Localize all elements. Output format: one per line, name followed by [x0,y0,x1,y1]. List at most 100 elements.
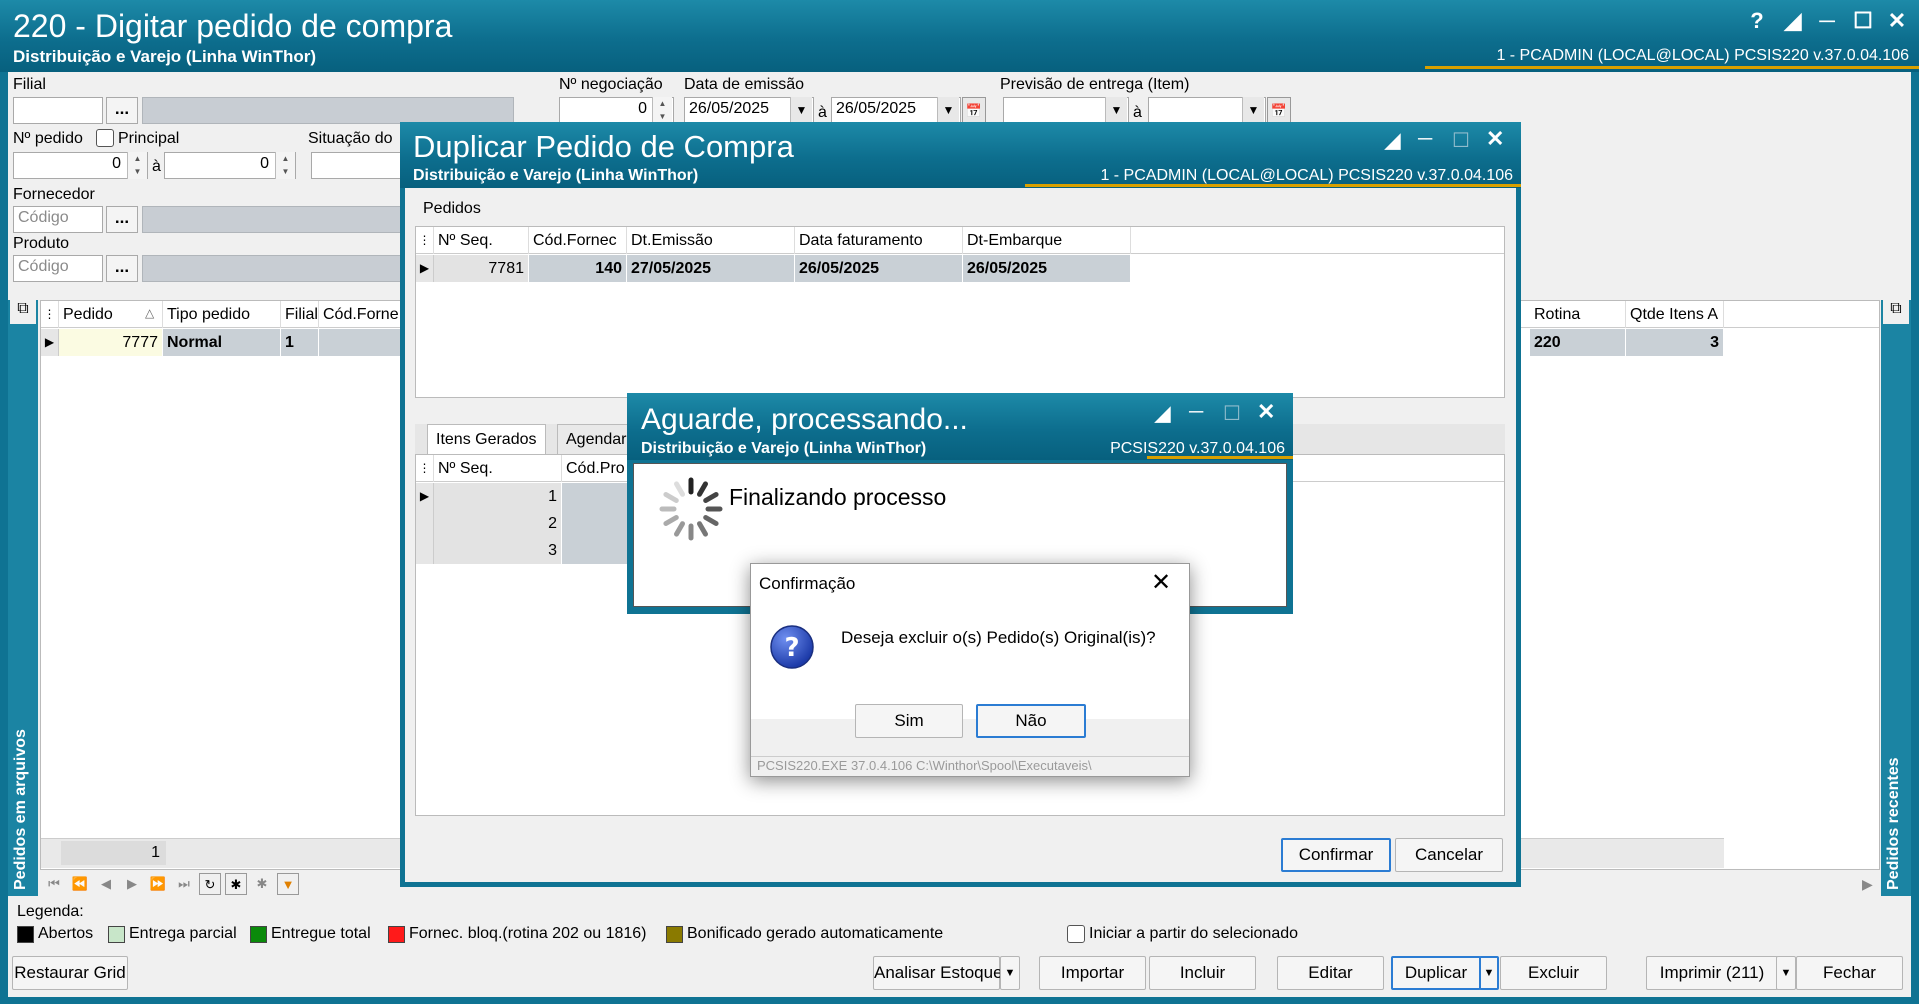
help-icon[interactable]: ? [1742,8,1772,34]
maximize-icon[interactable]: ☐ [1848,8,1878,34]
legend-swatch-parcial [108,926,125,943]
nav-last-icon[interactable]: ⏭ [173,873,195,895]
pedidos-recentes-label: Pedidos recentes [1885,757,1902,891]
nav-prev-icon[interactable]: ◀ [95,873,117,895]
nav-next-icon[interactable]: ▶ [121,873,143,895]
legend-bonificado: Bonificado gerado automaticamente [687,925,944,942]
col-itens-nseq[interactable]: Nº Seq. [434,455,562,482]
confirm-question: Deseja excluir o(s) Pedido(s) Original(i… [841,628,1156,647]
legend-abertos: Abertos [38,925,94,942]
incluir-button[interactable]: Incluir [1149,956,1256,990]
restore-panel-icon-right[interactable]: ⧉ [1883,300,1909,324]
col-nseq[interactable]: Nº Seq. [434,227,529,254]
data-emissao-to-dropdown[interactable]: ▼ [937,97,959,124]
col-filial[interactable]: Filial [281,301,319,328]
fornecedor-label: Fornecedor [13,186,95,203]
produto-search-button[interactable]: ... [106,255,138,282]
previsao-to-dropdown[interactable]: ▼ [1242,97,1264,124]
scroll-right-icon[interactable]: ▶ [1862,876,1873,893]
iniciar-checkbox[interactable] [1067,925,1085,943]
row-indicator-icon: ▶ [416,255,434,282]
col-qtde-itens[interactable]: Qtde Itens A [1626,301,1724,328]
duplicar-minimize-icon[interactable]: ─ [1418,128,1432,151]
asterisk-disabled-icon[interactable]: ✱ [251,873,273,895]
situacao-label: Situação do [308,130,393,147]
calendar-icon[interactable]: 📅 [962,97,986,124]
col-tipo-pedido[interactable]: Tipo pedido [163,301,281,328]
confirm-status-bar: PCSIS220.EXE 37.0.4.106 C:\Winthor\Spool… [751,756,1189,776]
cancelar-button[interactable]: Cancelar [1395,838,1503,872]
imprimir-button[interactable]: Imprimir (211) [1646,956,1778,990]
close-icon[interactable]: ✕ [1882,8,1912,34]
imprimir-dropdown-icon[interactable]: ▼ [1776,956,1796,990]
pedido-label: Nº pedido [13,130,83,147]
filter-icon[interactable]: ▼ [277,873,299,895]
pedido-from-stepper[interactable]: ▲ ▼ [127,152,147,179]
side-panel-right[interactable]: Pedidos recentes [1881,300,1911,896]
table-row[interactable]: ▶ 1 [416,483,642,510]
col-datafaturamento[interactable]: Data faturamento [795,227,963,254]
asterisk-icon[interactable]: ✱ [225,873,247,895]
editar-button[interactable]: Editar [1277,956,1384,990]
table-row[interactable]: 2 [416,510,642,537]
produto-code-input[interactable]: Código [13,255,103,282]
col-rotina[interactable]: Rotina [1530,301,1626,328]
analisar-dropdown-icon[interactable]: ▼ [1000,956,1020,990]
data-emissao-label: Data de emissão [684,76,805,93]
duplicar-column-chooser-icon[interactable]: ⋮ [416,227,434,254]
cell-tipo: Normal [163,329,281,356]
analisar-estoque-button[interactable]: Analisar Estoque [873,956,1003,990]
confirm-close-icon[interactable]: ✕ [1151,568,1171,597]
duplicar-dock-icon[interactable]: ◢ [1385,128,1400,153]
itens-column-chooser-icon[interactable]: ⋮ [416,455,434,482]
nao-button[interactable]: Não [976,704,1086,738]
duplicar-close-icon[interactable]: ✕ [1486,126,1504,152]
filial-input[interactable] [13,97,103,124]
aguarde-minimize-icon[interactable]: ─ [1189,401,1203,424]
grid-column-chooser-icon[interactable]: ⋮ [41,301,59,328]
fornecedor-search-button[interactable]: ... [106,206,138,233]
restore-panel-icon[interactable]: ⧉ [10,300,36,324]
importar-button[interactable]: Importar [1039,956,1146,990]
pedido-to-stepper[interactable]: ▲ ▼ [275,152,295,179]
cell-rotina: 220 [1530,329,1626,356]
negociacao-stepper[interactable]: ▲ ▼ [652,97,672,124]
table-row[interactable]: 3 [416,537,642,564]
dock-icon[interactable]: ◢ [1778,8,1808,34]
sim-button[interactable]: Sim [855,704,963,738]
data-emissao-from-dropdown[interactable]: ▼ [790,97,812,124]
aguarde-maximize-icon[interactable]: ☐ [1223,401,1241,426]
tab-itens-gerados[interactable]: Itens Gerados [427,424,546,454]
calendar-icon-2[interactable]: 📅 [1267,97,1291,124]
aguarde-close-icon[interactable]: ✕ [1257,399,1275,425]
situacao-input[interactable] [311,152,411,179]
fornecedor-code-input[interactable]: Código [13,206,103,233]
cell-faturamento: 26/05/2025 [795,255,963,282]
nav-first-icon[interactable]: ⏮ [43,873,65,895]
fechar-button[interactable]: Fechar [1796,956,1903,990]
duplicar-pedidos-grid[interactable]: ⋮ Nº Seq. Cód.Fornec Dt.Emissão Data fat… [415,226,1505,398]
previsao-from-dropdown[interactable]: ▼ [1105,97,1127,124]
refresh-icon[interactable]: ↻ [199,873,221,895]
side-panel-left[interactable]: Pedidos em arquivos [8,300,38,896]
table-row[interactable]: ▶ 7781 140 27/05/2025 26/05/2025 26/05/2… [416,255,1136,282]
col-dtembarque[interactable]: Dt-Embarque [963,227,1131,254]
duplicar-title: Duplicar Pedido de Compra [413,129,794,164]
col-dtemissao[interactable]: Dt.Emissão [627,227,795,254]
principal-checkbox[interactable] [96,129,114,147]
nav-next-page-icon[interactable]: ⏩ [147,873,169,895]
confirmar-button[interactable]: Confirmar [1281,838,1391,872]
excluir-button[interactable]: Excluir [1500,956,1607,990]
filial-description [142,97,514,124]
duplicar-button[interactable]: Duplicar [1391,956,1481,990]
tab-agendar[interactable]: Agendar [557,424,636,454]
minimize-icon[interactable]: ─ [1812,8,1842,34]
filial-search-button[interactable]: ... [106,97,138,124]
nav-prev-page-icon[interactable]: ⏪ [69,873,91,895]
duplicar-dropdown-icon[interactable]: ▼ [1479,956,1499,990]
aguarde-dock-icon[interactable]: ◢ [1155,401,1170,426]
col-codfornec[interactable]: Cód.Fornec [529,227,627,254]
duplicar-maximize-icon[interactable]: ☐ [1452,128,1470,153]
cell-item-seq: 3 [434,537,562,564]
restaurar-grid-button[interactable]: Restaurar Grid [12,956,128,990]
